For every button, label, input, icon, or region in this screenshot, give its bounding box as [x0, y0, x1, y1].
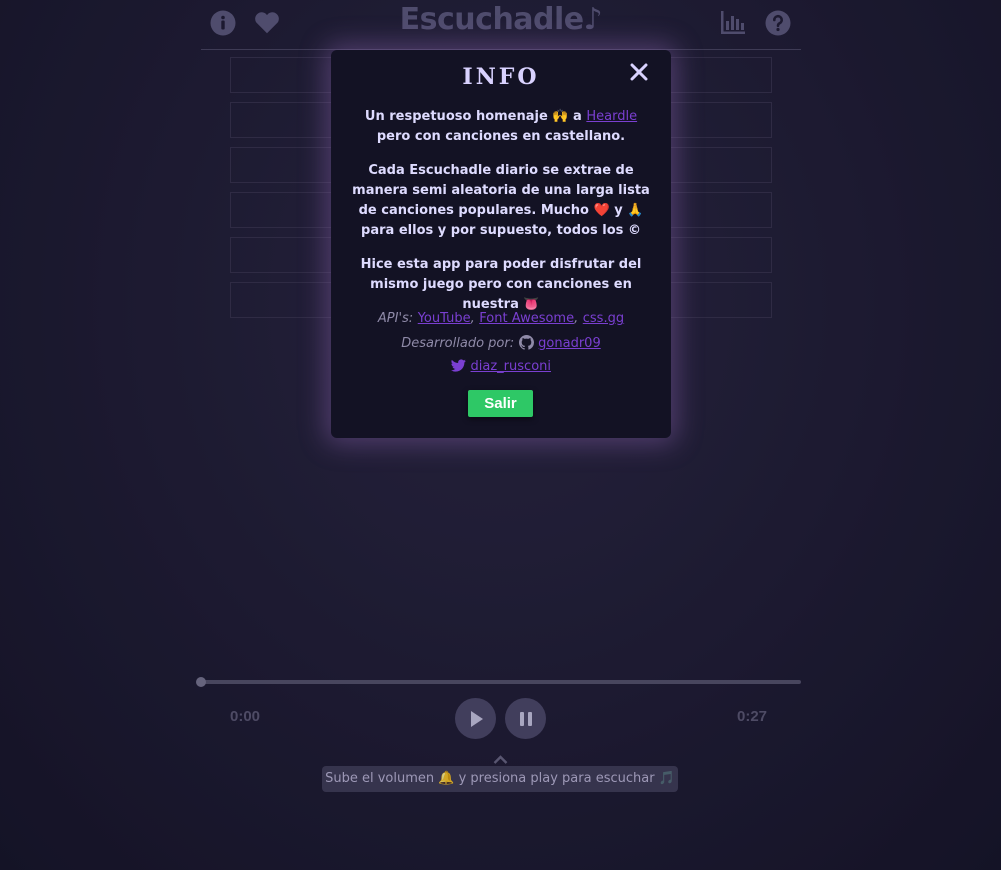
heart-emoji-icon: ❤️: [593, 203, 610, 218]
exit-button[interactable]: Salir: [468, 390, 533, 417]
youtube-link[interactable]: YouTube: [418, 311, 471, 326]
heardle-link[interactable]: Heardle: [586, 109, 637, 124]
close-icon[interactable]: [629, 62, 649, 82]
copyright-glyph: ©: [627, 223, 641, 238]
twitter-icon: [451, 359, 466, 379]
developer-line: Desarrollado por: gonadr09 diaz_rusconi: [349, 334, 653, 379]
raised-hands-icon: 🙌: [552, 109, 569, 124]
info-modal: INFO Un respetuoso homenaje 🙌 a Heardle …: [331, 50, 671, 438]
css-gg-link[interactable]: css.gg: [583, 311, 624, 326]
font-awesome-link[interactable]: Font Awesome: [479, 311, 574, 326]
github-icon: [518, 335, 534, 357]
modal-title: INFO: [462, 64, 540, 90]
intro-paragraph: Un respetuoso homenaje 🙌 a Heardle pero …: [364, 109, 638, 144]
pray-emoji-icon: 🙏: [627, 203, 644, 218]
github-link[interactable]: gonadr09: [538, 336, 601, 351]
motivation-paragraph: Hice esta app para poder disfrutar del m…: [360, 257, 642, 312]
twitter-link[interactable]: diaz_rusconi: [471, 359, 551, 374]
apis-line: API's: YouTube, Font Awesome, css.gg: [377, 311, 625, 326]
description-paragraph: Cada Escuchadle diario se extrae de mane…: [352, 163, 650, 238]
